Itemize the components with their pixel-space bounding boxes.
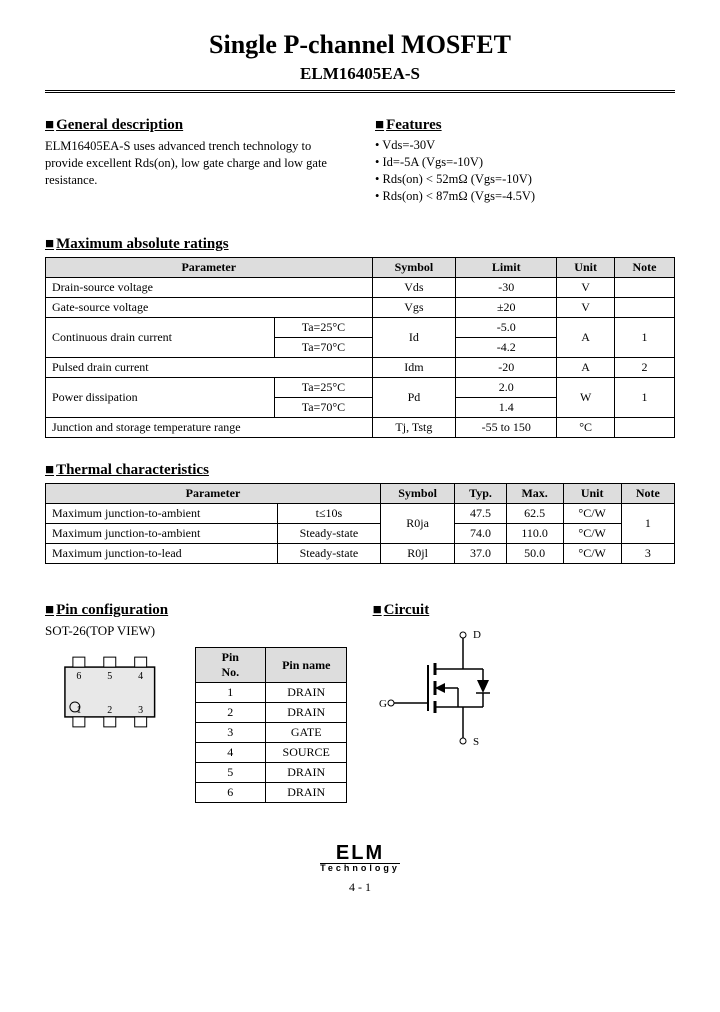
title-divider [45,90,675,93]
col-typ: Typ. [455,484,506,504]
max-ratings-heading: Maximum absolute ratings [45,236,675,253]
thermal-table: Parameter Symbol Typ. Max. Unit Note Max… [45,483,675,564]
table-row: 3GATE [195,723,347,743]
brand-logo-icon: ELM Technology [320,843,400,873]
circuit-section: Circuit D S G [373,588,675,758]
col-unit: Unit [557,258,615,278]
table-row: Maximum junction-to-ambient Steady-state… [46,524,675,544]
table-row: 4SOURCE [195,743,347,763]
features-col: Features Vds=-30V Id=-5A (Vgs=-10V) Rds(… [375,103,675,206]
feature-item: Rds(on) < 87mΩ (Vgs=-4.5V) [375,189,675,204]
col-note: Note [621,484,674,504]
svg-text:2: 2 [107,705,112,716]
bottom-row: Pin configuration SOT-26(TOP VIEW) 6 5 [45,588,675,803]
features-list: Vds=-30V Id=-5A (Vgs=-10V) Rds(on) < 52m… [375,138,675,204]
general-description-col: General description ELM16405EA-S uses ad… [45,103,345,206]
svg-text:G: G [379,698,387,710]
pin-config-section: Pin configuration SOT-26(TOP VIEW) 6 5 [45,588,347,803]
pin-config-heading: Pin configuration [45,602,347,619]
package-diagram-icon: 6 5 4 1 2 3 [45,647,175,737]
svg-text:S: S [473,736,479,748]
max-ratings-table: Parameter Symbol Limit Unit Note Drain-s… [45,257,675,438]
thermal-heading: Thermal characteristics [45,462,675,479]
page-number: 4 - 1 [45,880,675,895]
feature-item: Rds(on) < 52mΩ (Vgs=-10V) [375,172,675,187]
circuit-heading: Circuit [373,602,675,619]
svg-text:1: 1 [76,705,81,716]
feature-item: Vds=-30V [375,138,675,153]
table-row: Maximum junction-to-lead Steady-state R0… [46,544,675,564]
table-row: Continuous drain current Ta=25°C Id -5.0… [46,318,675,338]
col-unit: Unit [563,484,621,504]
table-row: Maximum junction-to-ambient t≤10s R0ja 4… [46,504,675,524]
page-footer: ELM Technology 4 - 1 [45,843,675,895]
table-row: Junction and storage temperature range T… [46,418,675,438]
feature-item: Id=-5A (Vgs=-10V) [375,155,675,170]
table-header-row: Parameter Symbol Typ. Max. Unit Note [46,484,675,504]
package-label: SOT-26(TOP VIEW) [45,623,347,639]
col-parameter: Parameter [46,258,373,278]
col-max: Max. [506,484,563,504]
features-heading: Features [375,117,675,134]
table-row: Pulsed drain current Idm -20 A 2 [46,358,675,378]
svg-text:D: D [473,629,481,641]
datasheet-page: Single P-channel MOSFET ELM16405EA-S Gen… [0,0,720,915]
col-limit: Limit [456,258,557,278]
col-symbol: Symbol [372,258,456,278]
col-parameter: Parameter [46,484,381,504]
general-heading: General description [45,117,345,134]
svg-text:6: 6 [76,671,81,682]
table-row: 1DRAIN [195,683,347,703]
table-row: Drain-source voltage Vds -30 V [46,278,675,298]
page-title: Single P-channel MOSFET [45,30,675,60]
svg-text:4: 4 [138,671,143,682]
table-row: 2DRAIN [195,703,347,723]
table-header-row: Parameter Symbol Limit Unit Note [46,258,675,278]
mosfet-circuit-icon: D S G [373,623,513,753]
table-row: 5DRAIN [195,763,347,783]
col-note: Note [615,258,675,278]
table-row: 6DRAIN [195,783,347,803]
col-symbol: Symbol [380,484,454,504]
part-number: ELM16405EA-S [45,64,675,84]
table-row: Power dissipation Ta=25°C Pd 2.0 W 1 [46,378,675,398]
table-row: Gate-source voltage Vgs ±20 V [46,298,675,318]
general-text: ELM16405EA-S uses advanced trench techno… [45,138,345,189]
svg-text:3: 3 [138,705,143,716]
intro-columns: General description ELM16405EA-S uses ad… [45,103,675,206]
pin-table: Pin No.Pin name 1DRAIN 2DRAIN 3GATE 4SOU… [195,647,348,803]
svg-text:5: 5 [107,671,112,682]
